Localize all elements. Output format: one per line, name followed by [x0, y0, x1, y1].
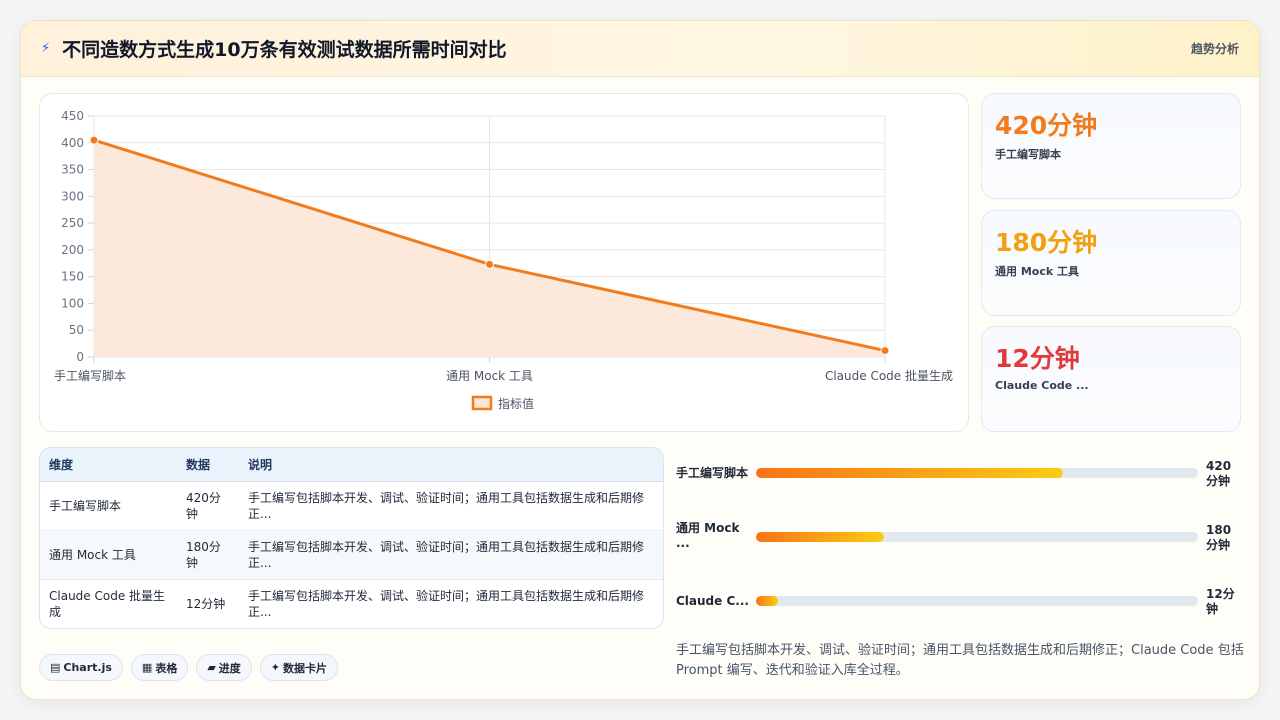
progress-label: Claude C... [676, 594, 749, 608]
stat-card-manual: 420分钟 手工编写脚本 [981, 93, 1241, 199]
table-icon: ▦ [141, 661, 153, 674]
description-text: 手工编写包括脚本开发、调试、验证时间；通用工具包括数据生成和后期修正... [248, 539, 645, 570]
progress-row: Claude C... 12分钟 [676, 585, 1241, 621]
description-text: 手工编写包括脚本开发、调试、验证时间；通用工具包括数据生成和后期修正... [248, 588, 645, 619]
column-header: 维度 [40, 448, 177, 482]
progress-row: 通用 Mock ... 180分钟 [676, 521, 1241, 557]
table-cell: 手工编写包括脚本开发、调试、验证时间；通用工具包括数据生成和后期修正... [239, 481, 663, 531]
chart-icon: ▤ [50, 661, 61, 674]
table-cell: 420分钟 [177, 481, 239, 531]
feature-chips: ▤ Chart.js ▦ 表格 ▰ 进度 ✦ 数据卡片 [39, 654, 339, 681]
table-cell: 通用 Mock 工具 [40, 530, 177, 580]
progress-track [756, 596, 1198, 606]
table-cell: 180分钟 [177, 530, 239, 580]
stat-value: 12分钟 [995, 344, 1080, 373]
chip-label: Chart.js [63, 661, 112, 674]
page-title: 不同造数方式生成10万条有效测试数据所需时间对比 [62, 39, 507, 61]
description-text: 手工编写包括脚本开发、调试、验证时间；通用工具包括数据生成和后期修正... [248, 490, 645, 521]
progress-value: 12分钟 [1206, 587, 1235, 616]
stat-label: 通用 Mock 工具 [995, 265, 1079, 278]
data-point [880, 346, 890, 356]
progress-value: 180分钟 [1206, 523, 1232, 552]
progress-fill [756, 532, 885, 542]
x-tick-label: Claude Code 批量生成 [825, 368, 953, 383]
data-point [89, 135, 99, 145]
chip-table[interactable]: ▦ 表格 [130, 654, 189, 681]
chip-progress[interactable]: ▰ 进度 [196, 654, 252, 681]
progress-label: 通用 Mock ... [676, 521, 740, 550]
column-header: 数据 [177, 448, 239, 482]
progress-track [756, 532, 1198, 542]
chart-card: 0 50 100 150 200 250 300 350 400 450 手工编写脚本 通用 Mock… [39, 93, 969, 432]
y-tick-label: 450 [61, 109, 84, 123]
stat-card-claude: 12分钟 Claude Code ... [981, 326, 1241, 432]
chip-data-cards[interactable]: ✦ 数据卡片 [259, 654, 339, 681]
stat-value: 180分钟 [995, 228, 1098, 257]
stat-label: Claude Code ... [995, 379, 1089, 392]
stat-value: 420分钟 [995, 111, 1098, 140]
y-tick-label: 150 [61, 270, 84, 284]
y-tick-label: 200 [61, 243, 84, 257]
progress-fill [756, 468, 1064, 478]
panel-header: ⚡ 不同造数方式生成10万条有效测试数据所需时间对比 趋势分析 [21, 21, 1259, 77]
progress-fill [756, 596, 779, 606]
x-tick-label: 手工编写脚本 [54, 368, 126, 383]
legend-label: 指标值 [498, 396, 534, 411]
x-tick-label: 通用 Mock 工具 [446, 369, 533, 383]
y-tick-label: 350 [61, 163, 84, 177]
footnote-text: 手工编写包括脚本开发、调试、验证时间；通用工具包括数据生成和后期修正；Claud… [676, 643, 1244, 678]
table-row: 通用 Mock 工具 180分钟 手工编写包括脚本开发、调试、验证时间；通用工具… [40, 530, 663, 580]
lightning-icon: ⚡ [41, 41, 51, 56]
chip-chartjs[interactable]: ▤ Chart.js [39, 654, 123, 681]
chip-label: 进度 [218, 661, 241, 675]
legend-swatch [471, 395, 493, 411]
trend-analysis-link[interactable]: 趋势分析 [1191, 40, 1239, 57]
table-cell: 12分钟 [186, 596, 226, 611]
data-table: 维度 数据 说明 手工编写脚本 420分钟 手工编写包括脚本开发、调试、验证时间… [40, 448, 663, 628]
data-table-card: 维度 数据 说明 手工编写脚本 420分钟 手工编写包括脚本开发、调试、验证时间… [39, 447, 664, 629]
chip-label: 表格 [155, 661, 178, 675]
stat-card-mock: 180分钟 通用 Mock 工具 [981, 210, 1241, 316]
y-tick-label: 300 [61, 189, 84, 203]
progress-icon: ▰ [207, 661, 216, 674]
progress-label: 手工编写脚本 [676, 466, 749, 480]
y-tick-label: 50 [69, 323, 84, 337]
dashboard-panel: ⚡ 不同造数方式生成10万条有效测试数据所需时间对比 趋势分析 0 50 100 15… [20, 20, 1260, 700]
table-cell: 手工编写包括脚本开发、调试、验证时间；通用工具包括数据生成和后期修正... [239, 530, 663, 580]
data-point [485, 259, 494, 269]
page-title-group: ⚡ 不同造数方式生成10万条有效测试数据所需时间对比 [41, 35, 507, 62]
progress-row: 手工编写脚本 420分钟 [676, 457, 1241, 493]
table-cell: Claude Code 批量生成 [49, 588, 166, 619]
table-cell: 手工编写包括脚本开发、调试、验证时间；通用工具包括数据生成和后期修正... [239, 579, 663, 628]
y-tick-label: 0 [76, 350, 84, 364]
table-row: Claude Code 批量生成 12分钟 手工编写包括脚本开发、调试、验证时间… [40, 579, 663, 628]
table-row: 手工编写脚本 420分钟 手工编写包括脚本开发、调试、验证时间；通用工具包括数据… [40, 481, 663, 531]
column-header: 说明 [239, 448, 663, 482]
y-tick-label: 250 [61, 216, 84, 230]
y-tick-label: 100 [61, 296, 84, 310]
progress-track [756, 468, 1198, 478]
table-cell: 手工编写脚本 [40, 481, 177, 531]
area-chart: 0 50 100 150 200 250 300 350 400 450 手工编写脚本 通用 Mock… [54, 109, 953, 411]
y-tick-label: 400 [61, 136, 84, 150]
chip-label: 数据卡片 [283, 661, 328, 675]
stat-label: 手工编写脚本 [995, 148, 1061, 161]
progress-value: 420分钟 [1206, 459, 1232, 488]
table-header-row: 维度 数据 说明 [40, 448, 663, 482]
sparkle-icon: ✦ [270, 661, 281, 674]
